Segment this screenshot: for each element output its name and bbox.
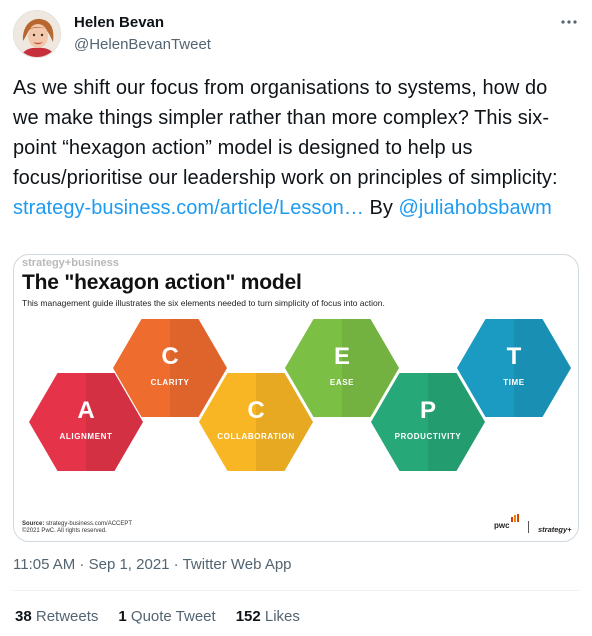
tweet-header: Helen Bevan @HelenBevanTweet (13, 10, 583, 60)
likes-count: 152 (235, 608, 261, 625)
tweet-text: As we shift our focus from organisations… (13, 73, 578, 223)
divider (13, 590, 579, 591)
image-card[interactable]: strategy+business The "hexagon action" m… (13, 254, 579, 542)
hexagon-letter: C (161, 343, 178, 370)
pwc-logo-icon (511, 514, 519, 522)
tweet-timestamp: 11:05 AM · Sep 1, 2021 · Twitter Web App (13, 556, 292, 573)
hexagon-collaboration: C COLLABORATION (199, 373, 313, 471)
copyright: ©2021 PwC. All rights reserved. (22, 528, 107, 534)
hexagon-label: ALIGNMENT (60, 432, 113, 441)
meta-separator: · (75, 556, 89, 573)
tweet-stats: 38 Retweets 1 Quote Tweet 152 Likes (15, 608, 320, 625)
hexagon-label: EASE (330, 378, 354, 387)
tweet-body: As we shift our focus from organisations… (13, 77, 558, 189)
avatar[interactable] (13, 10, 61, 58)
card-source: Source: strategy-business.com/ACCEPT ©20… (22, 521, 132, 535)
retweets-count: 38 (15, 608, 32, 625)
avatar-image (14, 11, 60, 57)
hexagon-letter: T (507, 343, 522, 370)
hexagon-label: PRODUCTIVITY (395, 432, 462, 441)
quote-tweets-stat[interactable]: 1 Quote Tweet (118, 608, 215, 625)
hexagon-letter: A (77, 397, 94, 424)
strategy-business-logo: strategy+ (538, 525, 572, 534)
author-handle[interactable]: @HelenBevanTweet (74, 36, 211, 53)
source-label: Source: (22, 521, 45, 527)
tweet-by: By (363, 197, 399, 219)
author-name[interactable]: Helen Bevan (74, 14, 164, 31)
retweets-stat[interactable]: 38 Retweets (15, 608, 98, 625)
logo-divider (528, 521, 529, 533)
pwc-logo: pwc (494, 521, 510, 530)
hexagon-label: CLARITY (151, 378, 190, 387)
tweet-source[interactable]: Twitter Web App (183, 556, 292, 573)
hexagon-diagram: A ALIGNMENT C CLARITY C COLLABORATION E EASE P PR… (29, 319, 571, 471)
hexagon-productivity: P PRODUCTIVITY (371, 373, 485, 471)
source-text: strategy-business.com/ACCEPT (44, 521, 133, 527)
hexagon-time: T TIME (457, 319, 571, 417)
hexagon-label: TIME (503, 378, 525, 387)
quotes-count: 1 (118, 608, 127, 625)
hexagon-label: COLLABORATION (217, 432, 294, 441)
hexagon-ease: E EASE (285, 319, 399, 417)
retweets-label: Retweets (31, 608, 99, 625)
likes-label: Likes (260, 608, 300, 625)
quotes-label: Quote Tweet (126, 608, 216, 625)
hexagon-letter: P (420, 397, 436, 424)
article-link[interactable]: strategy-business.com/article/Lesson… (13, 197, 364, 219)
more-horizontal-icon[interactable] (557, 12, 581, 32)
mention-link[interactable]: @juliahobsbawm (399, 197, 552, 219)
hexagon-letter: C (247, 397, 264, 424)
tweet-time[interactable]: 11:05 AM (13, 556, 75, 573)
meta-separator-2: · (169, 556, 183, 573)
hexagon-letter: E (334, 343, 350, 370)
tweet-date[interactable]: Sep 1, 2021 (89, 556, 170, 573)
likes-stat[interactable]: 152 Likes (236, 608, 300, 625)
